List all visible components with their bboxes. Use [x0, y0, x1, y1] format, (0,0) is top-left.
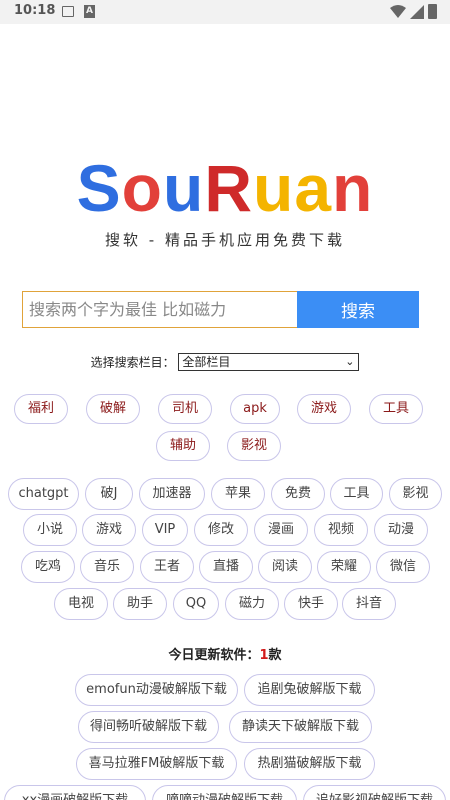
tag-item[interactable]: 漫画 [254, 514, 308, 546]
tag-item[interactable]: 荣耀 [317, 551, 371, 583]
tag-item[interactable]: 视频 [314, 514, 368, 546]
tag-item[interactable]: VIP [142, 514, 188, 546]
search-bar: 搜索 [22, 291, 419, 328]
logo-letter: u [162, 151, 205, 225]
logo-letter: n [332, 151, 374, 225]
tag-item[interactable]: 动漫 [374, 514, 428, 546]
hot-tag[interactable]: 破解 [86, 394, 140, 424]
wifi-icon [390, 5, 406, 18]
today-count: 1 [259, 648, 269, 663]
software-item[interactable]: 嘀嘀动漫破解版下载 [152, 785, 297, 800]
tag-item[interactable]: 磁力 [225, 588, 279, 620]
tag-item[interactable]: 微信 [376, 551, 430, 583]
status-time: 10:18 [14, 3, 56, 18]
category-select[interactable]: 全部栏目 ⌄ [178, 353, 360, 371]
software-item[interactable]: 热剧猫破解版下载 [244, 748, 375, 780]
tag-item[interactable]: 快手 [284, 588, 338, 620]
battery-icon [428, 4, 437, 19]
hot-tag[interactable]: 游戏 [297, 394, 351, 424]
chevron-down-icon: ⌄ [345, 355, 355, 368]
tag-item[interactable]: chatgpt [8, 478, 79, 510]
tag-item[interactable]: 电视 [54, 588, 108, 620]
status-bar: 10:18 A [0, 0, 450, 24]
tag-item[interactable]: 修改 [194, 514, 248, 546]
hot-tag[interactable]: 福利 [14, 394, 68, 424]
software-item[interactable]: emofun动漫破解版下载 [75, 674, 238, 706]
software-item[interactable]: 静读天下破解版下载 [229, 711, 372, 743]
hot-tag[interactable]: apk [230, 394, 280, 424]
software-item[interactable]: 追好影视破解版下载 [303, 785, 446, 800]
hot-tag[interactable]: 司机 [158, 394, 212, 424]
tag-item[interactable]: 小说 [23, 514, 77, 546]
tag-item[interactable]: 直播 [199, 551, 253, 583]
software-item[interactable]: 追剧兔破解版下载 [244, 674, 375, 706]
tag-item[interactable]: 影视 [389, 478, 442, 510]
tag-item[interactable]: 加速器 [139, 478, 205, 510]
category-label: 选择搜索栏目： [90, 355, 175, 370]
category-row: 选择搜索栏目： 全部栏目 ⌄ [0, 353, 450, 371]
tag-item[interactable]: 吃鸡 [21, 551, 75, 583]
search-button[interactable]: 搜索 [297, 291, 419, 328]
software-item[interactable]: 喜马拉雅FM破解版下载 [76, 748, 237, 780]
signal-icon [410, 5, 424, 19]
tag-item[interactable]: 工具 [330, 478, 383, 510]
today-updates: 今日更新软件：1款 [0, 644, 450, 663]
souruan-logo: SouRuan [0, 150, 450, 226]
hot-tag[interactable]: 工具 [369, 394, 423, 424]
hot-tag[interactable]: 辅助 [156, 431, 210, 461]
tag-item[interactable]: 阅读 [258, 551, 312, 583]
today-unit: 款 [268, 648, 282, 663]
logo-letter: a [294, 151, 333, 225]
tag-item[interactable]: 游戏 [82, 514, 136, 546]
a-notification-icon: A [84, 5, 95, 18]
software-item[interactable]: xx漫画破解版下载 [4, 785, 146, 800]
search-input[interactable] [22, 291, 297, 328]
category-selected-value: 全部栏目 [182, 355, 231, 369]
logo-letter: o [121, 151, 163, 225]
software-item[interactable]: 得间畅听破解版下载 [78, 711, 219, 743]
logo-letter: S [76, 151, 122, 225]
tag-item[interactable]: 王者 [140, 551, 194, 583]
tag-item[interactable]: 音乐 [80, 551, 134, 583]
hot-tag[interactable]: 影视 [227, 431, 281, 461]
tag-item[interactable]: 破J [85, 478, 133, 510]
tag-item[interactable]: 助手 [113, 588, 167, 620]
logo-letter: R [204, 151, 253, 225]
tag-item[interactable]: 免费 [271, 478, 325, 510]
image-notification-icon [62, 6, 74, 17]
tagline: 搜软 - 精品手机应用免费下载 [105, 231, 345, 249]
tag-item[interactable]: 抖音 [342, 588, 396, 620]
today-label: 今日更新软件： [168, 648, 260, 663]
tag-item[interactable]: QQ [173, 588, 219, 620]
logo-letter: u [252, 151, 295, 225]
tag-item[interactable]: 苹果 [211, 478, 265, 510]
